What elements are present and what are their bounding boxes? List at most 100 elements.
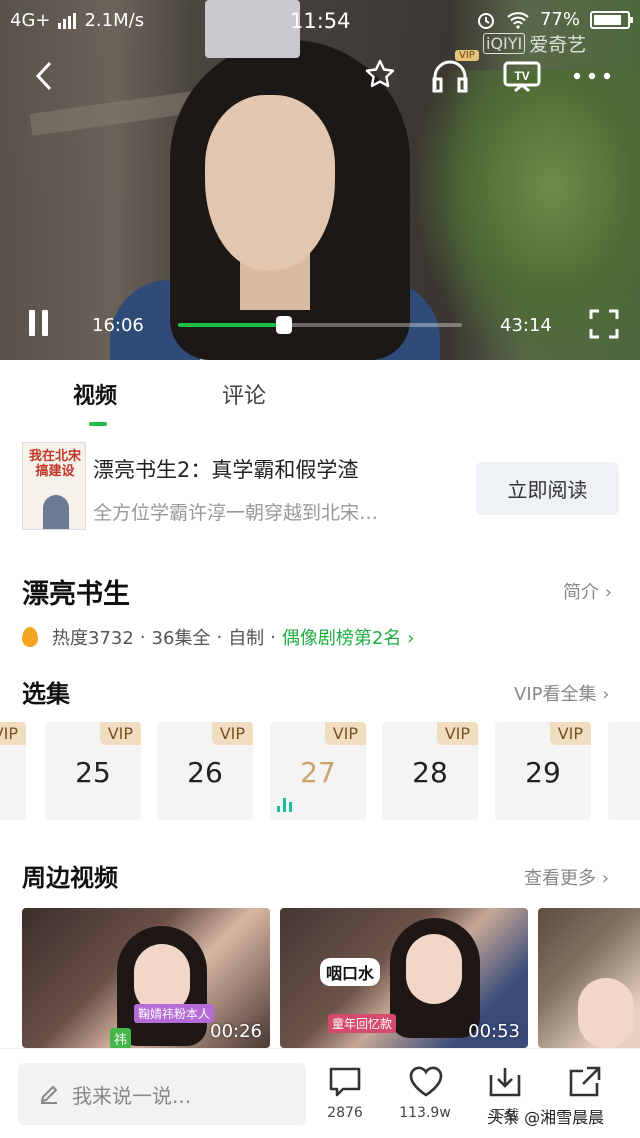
intro-link[interactable]: 简介 › bbox=[563, 578, 612, 604]
share-icon bbox=[569, 1066, 601, 1097]
video-duration: 00:26 bbox=[210, 1021, 262, 1042]
iqiyi-logo-mark: iQIYI bbox=[483, 33, 526, 54]
player-bottom-controls: 16:06 43:14 bbox=[0, 300, 640, 350]
show-meta: 热度3732 · 36集全 · 自制 · 偶像剧榜第2名 › bbox=[22, 624, 414, 650]
heart-icon bbox=[409, 1066, 443, 1097]
ranking-label: 偶像剧榜第2名 bbox=[281, 628, 402, 649]
vip-all-episodes-link[interactable]: VIP看全集 › bbox=[514, 680, 609, 706]
watermark-text: 头条 @湘雪晨晨 bbox=[487, 1108, 605, 1127]
video-figure-face bbox=[205, 95, 335, 270]
chevron-right-icon: › bbox=[407, 628, 415, 649]
fullscreen-button[interactable] bbox=[588, 308, 620, 340]
vip-tag: VIP bbox=[0, 722, 26, 745]
intro-link-label: 简介 bbox=[563, 582, 599, 603]
status-right: 77% bbox=[476, 9, 633, 30]
meta-separator: · bbox=[139, 626, 146, 648]
episode-list: VIP 24 VIP 25 VIP 26 VIP 27 VIP 28 VIP 2… bbox=[0, 722, 640, 820]
book-promo[interactable]: 我在北宋搞建设 漂亮书生2：真学霸和假学渣 全方位学霸许淳一朝穿越到北宋… 立即… bbox=[0, 440, 640, 532]
episode-card[interactable]: VIP 26 bbox=[157, 722, 253, 820]
episode-number: 27 bbox=[300, 756, 336, 789]
network-type: 4G+ bbox=[10, 10, 51, 31]
related-video-card[interactable]: 咽口水 童年回忆款 00:53 bbox=[280, 908, 528, 1048]
episode-card[interactable]: VIP 24 bbox=[0, 722, 26, 820]
thumb-person-face bbox=[578, 978, 634, 1048]
episode-card-current[interactable]: VIP 27 bbox=[270, 722, 366, 820]
vip-all-label: VIP看全集 bbox=[514, 684, 597, 705]
thumb-tag: 祎 bbox=[110, 1028, 132, 1048]
status-time: 11:54 bbox=[290, 9, 351, 33]
related-video-card[interactable]: 鞠婧祎粉本人 祎 00:26 bbox=[22, 908, 270, 1048]
meta-separator: · bbox=[270, 626, 276, 648]
vip-tag: VIP bbox=[99, 722, 141, 745]
favorite-button[interactable] bbox=[360, 54, 400, 94]
tab-video[interactable]: 视频 bbox=[73, 378, 117, 410]
view-more-link[interactable]: 查看更多 › bbox=[524, 864, 609, 890]
book-description: 全方位学霸许淳一朝穿越到北宋… bbox=[93, 502, 379, 524]
star-icon bbox=[365, 59, 395, 88]
episodes-title: 选集 bbox=[22, 680, 70, 708]
ranking-link[interactable]: 偶像剧榜第2名 › bbox=[282, 624, 414, 650]
chevron-left-icon bbox=[35, 61, 52, 91]
network-speed: 2.1M/s bbox=[84, 10, 145, 31]
thumb-bubble: 咽口水 bbox=[320, 958, 381, 986]
thumb-caption: 鞠婧祎粉本人 bbox=[134, 1004, 215, 1023]
flame-icon bbox=[22, 627, 38, 647]
comment-placeholder: 我来说一说... bbox=[72, 1083, 192, 1108]
headphones-icon bbox=[432, 60, 468, 93]
comment-input[interactable]: 我来说一说... bbox=[18, 1063, 306, 1125]
episode-number: 26 bbox=[187, 756, 223, 789]
pause-button[interactable] bbox=[24, 310, 52, 338]
progress-bar[interactable] bbox=[178, 316, 462, 334]
book-cover-figure bbox=[43, 495, 69, 529]
episode-card[interactable]: VIP 30 bbox=[608, 722, 640, 820]
like-button[interactable]: 113.9w bbox=[390, 1065, 460, 1135]
episode-number: 28 bbox=[412, 756, 448, 789]
episode-card[interactable]: VIP 29 bbox=[495, 722, 591, 820]
episode-number: 29 bbox=[525, 756, 561, 789]
player-top-controls: VIP TV bbox=[0, 50, 640, 100]
vip-tag: VIP bbox=[324, 722, 366, 745]
current-time: 16:06 bbox=[92, 315, 144, 336]
tab-comments[interactable]: 评论 bbox=[222, 378, 266, 410]
fullscreen-icon bbox=[589, 309, 619, 339]
pause-bar-left bbox=[28, 310, 35, 336]
audio-vip-badge: VIP bbox=[455, 50, 479, 61]
back-button[interactable] bbox=[24, 56, 64, 96]
thumb-caption: 童年回忆款 bbox=[328, 1014, 397, 1033]
cast-tv-button[interactable]: TV bbox=[500, 54, 544, 98]
iqiyi-logo: iQIYI 爱奇艺 bbox=[483, 30, 586, 57]
signal-icon bbox=[58, 12, 77, 29]
related-video-card[interactable] bbox=[538, 908, 640, 1048]
read-now-button[interactable]: 立即阅读 bbox=[476, 462, 619, 515]
meta-separator: · bbox=[216, 626, 223, 648]
status-left: 4G+ 2.1M/s bbox=[10, 10, 144, 31]
now-playing-icon bbox=[277, 798, 292, 812]
heat-score: 热度3732 bbox=[52, 628, 134, 649]
episode-card[interactable]: VIP 25 bbox=[45, 722, 141, 820]
video-duration: 00:53 bbox=[468, 1021, 520, 1042]
battery-percent: 77% bbox=[539, 9, 580, 30]
progress-knob[interactable] bbox=[275, 316, 292, 334]
iqiyi-logo-text: 爱奇艺 bbox=[529, 34, 587, 56]
episode-number: 25 bbox=[75, 756, 111, 789]
content-tabs: 视频 评论 bbox=[0, 360, 640, 434]
episode-count: 36集全 bbox=[151, 628, 211, 649]
related-videos-title: 周边视频 bbox=[22, 864, 118, 892]
episode-card[interactable]: VIP 28 bbox=[382, 722, 478, 820]
more-options-button[interactable] bbox=[570, 54, 614, 98]
thumb-person-face bbox=[406, 934, 462, 1004]
progress-fill bbox=[178, 323, 284, 327]
download-icon bbox=[489, 1068, 521, 1097]
comments-button[interactable]: 2876 bbox=[310, 1065, 380, 1135]
book-cover[interactable]: 我在北宋搞建设 bbox=[22, 442, 86, 530]
book-title[interactable]: 漂亮书生2：真学霸和假学渣 bbox=[93, 454, 358, 484]
video-player[interactable]: 4G+ 2.1M/s 11:54 77% VIP TV iQIYI 爱奇艺 16… bbox=[0, 0, 640, 360]
total-time: 43:14 bbox=[500, 315, 552, 336]
chevron-right-icon: › bbox=[602, 684, 610, 705]
vip-tag: VIP bbox=[549, 722, 591, 745]
alarm-icon bbox=[477, 12, 494, 29]
episode-number: 30 bbox=[608, 756, 640, 789]
wifi-icon bbox=[507, 11, 529, 29]
chevron-right-icon: › bbox=[601, 868, 609, 889]
comment-count: 2876 bbox=[327, 1105, 363, 1121]
